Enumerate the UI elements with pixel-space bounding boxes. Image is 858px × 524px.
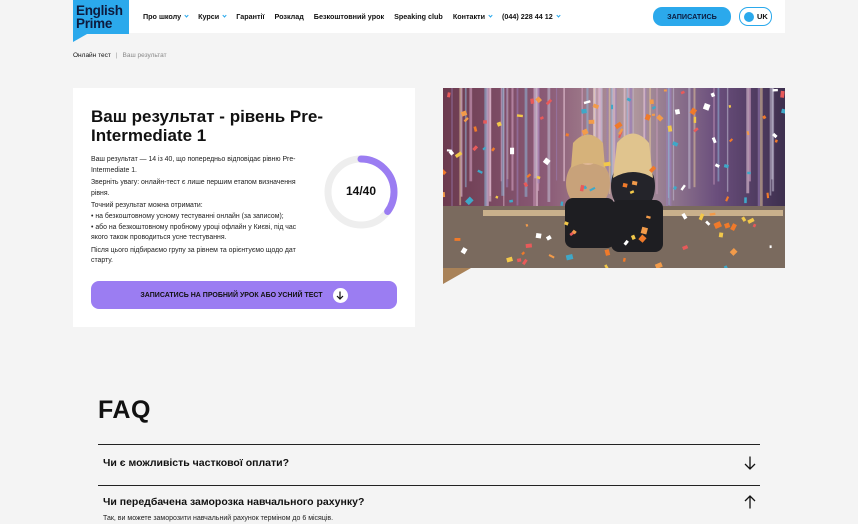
nav-label: Розклад [274, 12, 304, 21]
faq-title: FAQ [98, 396, 151, 424]
arrow-down-icon[interactable] [744, 456, 756, 470]
result-card: Ваш результат - рівень Pre-Intermediate … [73, 88, 415, 327]
language-label: UK [757, 12, 768, 21]
result-options-intro: Точний результат можна отримати: [91, 202, 203, 210]
book-trial-lesson-button[interactable]: ЗАПИСАТИСЬ НА ПРОБНИЙ УРОК АБО УСНИЙ ТЕС… [91, 281, 397, 309]
logo-line2: Prime [76, 16, 113, 31]
nav-item-free-lesson[interactable]: Безкоштовний урок [314, 12, 384, 21]
faq-answer: Так, ви можете заморозити навчальний рах… [103, 515, 334, 522]
chevron-down-icon [184, 13, 189, 18]
breadcrumb-separator: | [115, 52, 118, 59]
score-value: 14/40 [345, 184, 377, 198]
chevron-down-icon [222, 13, 227, 18]
result-description: Ваш результат — 14 із 40, що попередньо … [91, 155, 307, 269]
nav-label: Безкоштовний урок [313, 12, 385, 21]
result-title: Ваш результат - рівень Pre-Intermediate … [91, 107, 323, 145]
nav-item-schedule[interactable]: Розклад [274, 12, 303, 21]
breadcrumb-current: Ваш результат [122, 52, 167, 59]
result-next-steps: Після цього підбираємо групу за рівнем т… [91, 246, 296, 265]
faq-question: Чи передбачена заморозка навчального рах… [103, 496, 365, 508]
nav-item-phone[interactable]: (044) 228 44 12 [502, 12, 561, 21]
nav-label: Курси [198, 12, 220, 21]
nav-item-speaking-club[interactable]: Speaking club [394, 12, 443, 21]
arrow-down-icon [332, 287, 348, 303]
nav-label: Гарантії [236, 12, 265, 21]
chevron-down-icon [488, 13, 493, 18]
nav-label: Speaking club [394, 12, 443, 21]
celebration-photo [443, 88, 785, 268]
photo-flag-decoration [443, 268, 471, 284]
globe-icon [744, 11, 754, 22]
result-note: Зверніть увагу: онлайн-тест є лише перши… [91, 179, 296, 197]
breadcrumb-link-online-test[interactable]: Онлайн тест [73, 52, 111, 59]
book-trial-lesson-label: ЗАПИСАТИСЬ НА ПРОБНИЙ УРОК АБО УСНИЙ ТЕС… [140, 291, 323, 299]
result-option-item: • або на безкоштовному пробному уроці оф… [91, 223, 297, 242]
language-switcher[interactable]: UK [739, 7, 772, 26]
nav-item-about[interactable]: Про школу [143, 12, 189, 21]
logo-flag-decoration [73, 34, 87, 42]
nav-item-contacts[interactable]: Контакти [452, 12, 493, 21]
faq-item[interactable]: Чи є можливість часткової оплати? [98, 444, 760, 485]
nav-label: (044) 228 44 12 [502, 12, 553, 21]
nav-label: Контакти [452, 12, 485, 21]
breadcrumb: Онлайн тест | Ваш результат [73, 52, 167, 59]
nav-item-courses[interactable]: Курси [198, 12, 227, 21]
chevron-down-icon [556, 13, 561, 18]
result-paragraph: Ваш результат — 14 із 40, що попередньо … [91, 156, 296, 174]
main-nav: Про школу Курси Гарантії Розклад Безкошт… [143, 12, 561, 21]
arrow-up-icon[interactable] [744, 495, 756, 509]
confetti-photo-illustration [443, 88, 785, 268]
logo[interactable]: English Prime [73, 0, 129, 34]
nav-item-guarantees[interactable]: Гарантії [236, 12, 264, 21]
nav-label: Про школу [143, 12, 182, 21]
site-header: English Prime Про школу Курси Гарантії Р… [73, 0, 785, 42]
result-option-item: • на безкоштовному усному тестуванні онл… [91, 212, 284, 220]
faq-question: Чи є можливість часткової оплати? [103, 457, 289, 469]
signup-button[interactable]: ЗАПИСАТИСЬ [653, 7, 731, 26]
